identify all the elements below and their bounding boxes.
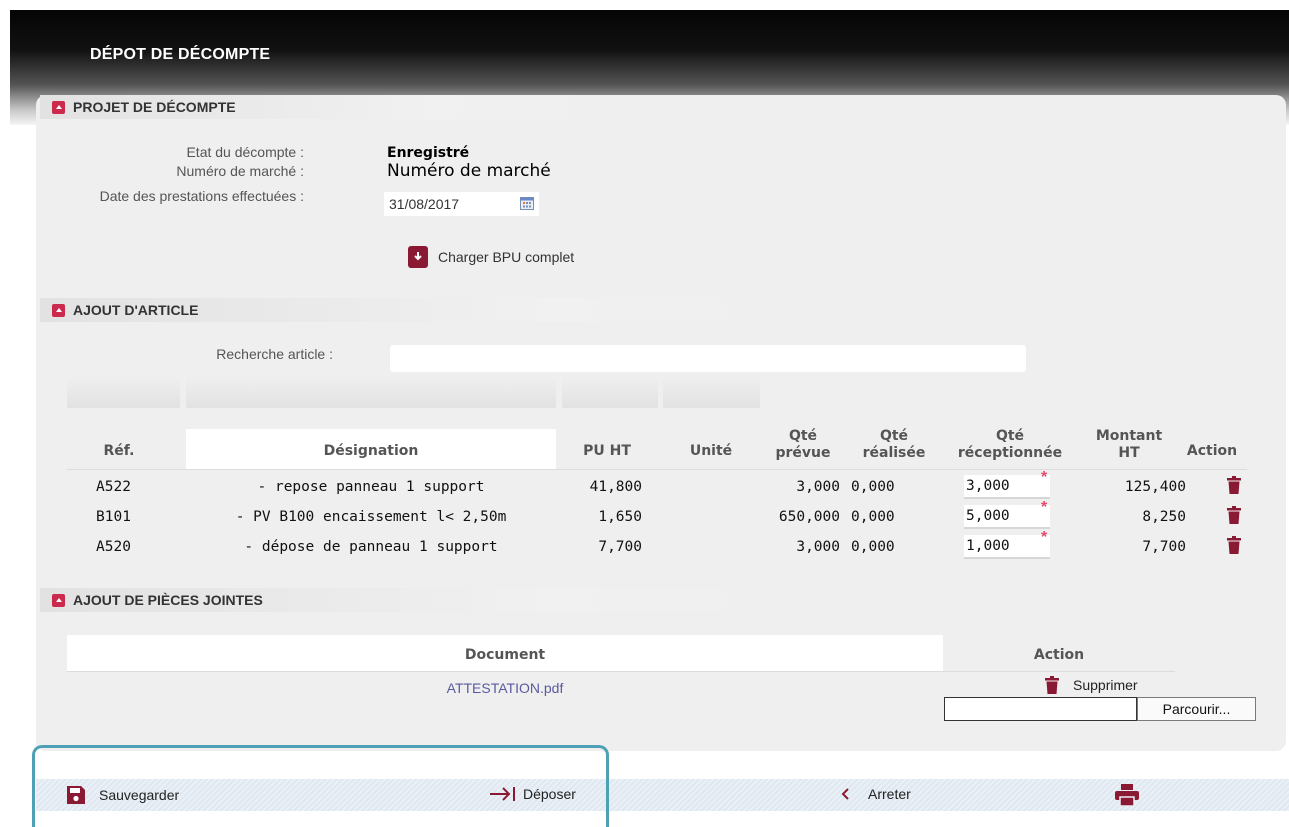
col-qte-receptionnee-l1: Qté — [995, 428, 1025, 444]
row-qte-prevue: 650,000 — [778, 509, 840, 525]
row-ref: A522 — [96, 479, 131, 495]
filter-pu[interactable] — [562, 377, 658, 408]
col-qte-realisee-l2: réalisée — [862, 445, 926, 461]
row-qte-prevue: 3,000 — [796, 539, 840, 555]
qte-receptionnee-input[interactable] — [964, 475, 1050, 499]
col-designation: Désignation — [323, 443, 419, 459]
load-bpu-button[interactable]: Charger BPU complet — [408, 246, 574, 268]
file-link[interactable]: ATTESTATION.pdf — [67, 680, 943, 696]
section-pieces-header[interactable]: AJOUT DE PIÈCES JOINTES — [40, 588, 770, 612]
row-qte-realisee: 0,000 — [851, 509, 895, 525]
row-qte-prevue: 3,000 — [796, 479, 840, 495]
search-article-label: Recherche article : — [216, 346, 333, 362]
col-ref: Réf. — [103, 443, 135, 459]
row-designation: - PV B100 encaissement l< 2,50m — [235, 509, 507, 525]
qte-receptionnee-input[interactable] — [964, 505, 1050, 529]
col-qte-prevue-l2: prévue — [775, 445, 831, 461]
col-qte-receptionnee: Qté réceptionnée — [944, 428, 1076, 462]
trash-icon[interactable] — [1227, 536, 1241, 554]
printer-icon — [1115, 784, 1139, 806]
col-qte-realisee-l1: Qté — [879, 428, 909, 444]
required-marker: * — [1041, 529, 1048, 546]
row-designation: - repose panneau 1 support — [257, 479, 485, 495]
stop-button[interactable]: Arreter — [840, 786, 911, 802]
date-field[interactable]: 31/08/2017 — [384, 192, 539, 216]
date-label: Date des prestations effectuées : — [99, 188, 304, 204]
row-pu: 41,800 — [589, 479, 642, 495]
row-pu: 7,700 — [598, 539, 642, 555]
calendar-icon[interactable] — [520, 197, 534, 210]
clipboard-download-icon — [408, 246, 428, 268]
row-qte-realisee: 0,000 — [851, 479, 895, 495]
date-value: 31/08/2017 — [389, 196, 460, 212]
section-title: AJOUT D'ARTICLE — [73, 302, 199, 318]
trash-icon[interactable] — [1227, 506, 1241, 524]
row-montant: 7,700 — [1142, 539, 1186, 555]
etat-label: Etat du décompte : — [186, 144, 304, 160]
etat-value: Enregistré — [387, 145, 470, 161]
col-qte-prevue: Qté prévue — [770, 428, 836, 462]
col-document-header: Document — [67, 635, 943, 671]
required-marker: * — [1041, 499, 1048, 516]
row-ref: B101 — [96, 509, 131, 525]
numero-label: Numéro de marché : — [176, 163, 304, 179]
section-projet-header[interactable]: PROJET DE DÉCOMPTE — [40, 95, 600, 119]
col-montant-l2: HT — [1118, 445, 1140, 461]
col-unite: Unité — [689, 443, 733, 459]
col-montant-l1: Montant — [1095, 428, 1163, 444]
row-montant: 8,250 — [1142, 509, 1186, 525]
col-action: Action — [1186, 443, 1238, 459]
row-pu: 1,650 — [598, 509, 642, 525]
required-marker: * — [1041, 469, 1048, 486]
file-path-field[interactable] — [944, 697, 1137, 721]
delete-file-label: Supprimer — [1073, 677, 1138, 693]
delete-file-button[interactable]: Supprimer — [1045, 676, 1138, 694]
filter-designation[interactable] — [186, 377, 556, 408]
row-designation: - dépose de panneau 1 support — [244, 539, 498, 555]
col-qte-realisee: Qté réalisée — [849, 428, 939, 462]
qte-receptionnee-input[interactable] — [964, 535, 1050, 559]
page-title: DÉPOT DE DÉCOMPTE — [90, 46, 271, 63]
highlight-frame — [32, 745, 609, 827]
row-qte-realisee: 0,000 — [851, 539, 895, 555]
section-title: PROJET DE DÉCOMPTE — [73, 99, 236, 115]
load-bpu-label: Charger BPU complet — [438, 249, 575, 265]
trash-icon — [1045, 676, 1059, 694]
search-article-input[interactable] — [390, 345, 1026, 372]
col-qte-prevue-l1: Qté — [788, 428, 818, 444]
col-doc-action: Action — [1033, 647, 1085, 663]
col-pu: PU HT — [583, 443, 631, 459]
col-document: Document — [464, 647, 546, 663]
section-article-header[interactable]: AJOUT D'ARTICLE — [40, 298, 770, 322]
chevron-left-icon — [841, 788, 849, 800]
collapse-toggle-icon[interactable] — [52, 303, 65, 317]
print-button[interactable] — [1115, 784, 1139, 806]
collapse-toggle-icon[interactable] — [52, 100, 65, 114]
col-action-header: Action — [943, 635, 1175, 671]
doc-divider — [67, 671, 1175, 672]
browse-button[interactable]: Parcourir... — [1137, 697, 1256, 721]
stop-label: Arreter — [868, 786, 911, 802]
section-title: AJOUT DE PIÈCES JOINTES — [73, 592, 263, 608]
trash-icon[interactable] — [1227, 476, 1241, 494]
filter-unite[interactable] — [663, 377, 760, 408]
col-montant: Montant HT — [1088, 428, 1170, 462]
row-montant: 125,400 — [1124, 479, 1186, 495]
numero-value: Numéro de marché — [387, 161, 551, 181]
header-divider — [67, 469, 1247, 470]
main-panel: PROJET DE DÉCOMPTE Etat du décompte : En… — [36, 95, 1286, 751]
col-qte-receptionnee-l2: réceptionnée — [957, 445, 1063, 461]
filter-ref[interactable] — [67, 377, 180, 408]
collapse-toggle-icon[interactable] — [52, 593, 65, 607]
row-ref: A520 — [96, 539, 131, 555]
